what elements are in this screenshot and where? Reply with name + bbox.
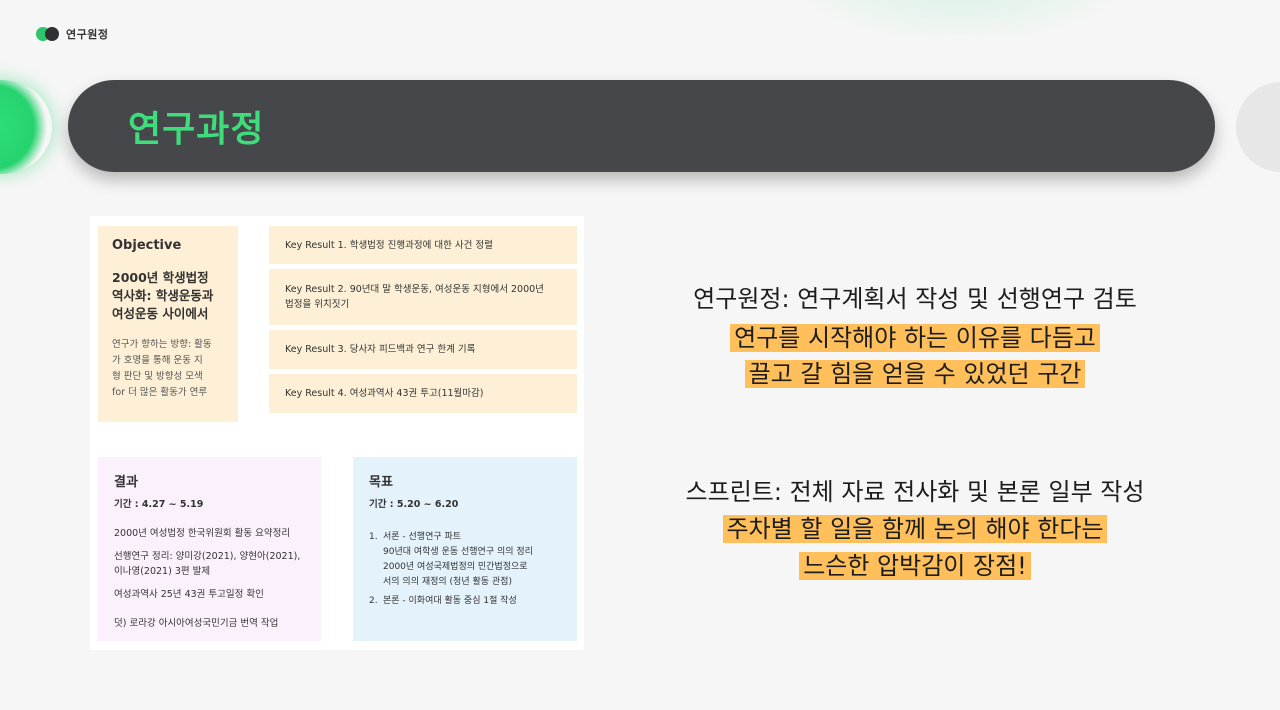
summary-line-1: 연구원정: 연구계획서 작성 및 선행연구 검토 bbox=[693, 285, 1137, 313]
goals-period: 기간 : 5.20 ~ 6.20 bbox=[369, 499, 459, 510]
page-title: 연구과정 bbox=[128, 109, 265, 150]
results-period: 기간 : 4.27 ~ 5.19 bbox=[114, 499, 204, 510]
key-result-4: Key Result 4. 여성과역사 43권 투고(11월마감) bbox=[269, 374, 577, 413]
objective-description: 연구가 향하는 방향: 활동 가 호명을 통해 운동 지 형 판단 및 방향성 … bbox=[112, 339, 212, 398]
list-item: 여성과역사 25년 43권 투고일정 확인 bbox=[114, 589, 264, 600]
objective-title: 2000년 학생법정 역사화: 학생운동과 여성운동 사이에서 bbox=[112, 270, 214, 321]
summary-line-2: 연구를 시작해야 하는 이유를 다듬고 bbox=[590, 321, 1240, 355]
summary-line-3: 끌고 갈 힘을 얻을 수 있었던 구간 bbox=[590, 357, 1240, 391]
green-circle-decoration bbox=[0, 80, 52, 174]
results-heading: 결과 bbox=[114, 475, 138, 490]
list-item: 2. 본론 - 이화여대 활동 중심 1절 작성 bbox=[369, 596, 517, 606]
results-list: 2000년 여성법정 한국위원회 활동 요약정리 선행연구 정리: 양미강(20… bbox=[114, 526, 305, 631]
goals-box: 목표 기간 : 5.20 ~ 6.20 1. 서론 - 선행연구 파트 90년대… bbox=[353, 457, 577, 641]
list-item: 1. 서론 - 선행연구 파트 90년대 여학생 운동 선행연구 의의 정리 2… bbox=[369, 532, 533, 587]
key-result-2: Key Result 2. 90년대 말 학생운동, 여성운동 지형에서 200… bbox=[269, 269, 577, 325]
gray-circle-decoration bbox=[1236, 82, 1280, 172]
top-glow-decoration bbox=[780, 0, 1140, 40]
results-box: 결과 기간 : 4.27 ~ 5.19 2000년 여성법정 한국위원회 활동 … bbox=[98, 457, 321, 641]
brand-label: 연구원정 bbox=[66, 28, 109, 41]
brand-dots-icon bbox=[36, 27, 60, 41]
okr-card: Objective 2000년 학생법정 역사화: 학생운동과 여성운동 사이에… bbox=[90, 216, 584, 650]
summary-line-4: 스프린트: 전체 자료 전사화 및 본론 일부 작성 bbox=[685, 478, 1145, 506]
list-item: 덧) 로라강 아시아여성국민기금 번역 작업 bbox=[114, 618, 279, 629]
list-item: 2000년 여성법정 한국위원회 활동 요약정리 bbox=[114, 528, 291, 539]
list-item: 선행연구 정리: 양미강(2021), 양현아(2021), 이나영(2021)… bbox=[114, 551, 301, 577]
key-result-1: Key Result 1. 학생법정 진행과정에 대한 사건 정렬 bbox=[269, 226, 577, 264]
title-banner: 연구과정 bbox=[68, 80, 1215, 172]
summary-line-5: 주차별 할 일을 함께 논의 해야 한다는 bbox=[590, 512, 1240, 546]
summary-line-6: 느슨한 압박감이 장점! bbox=[590, 549, 1240, 583]
brand-logo: 연구원정 bbox=[36, 26, 108, 42]
objective-heading: Objective bbox=[112, 238, 182, 253]
key-result-3: Key Result 3. 당사자 피드백과 연구 한계 기록 bbox=[269, 330, 577, 369]
goals-list: 1. 서론 - 선행연구 파트 90년대 여학생 운동 선행연구 의의 정리 2… bbox=[369, 530, 561, 609]
goals-heading: 목표 bbox=[369, 475, 393, 490]
objective-box: Objective 2000년 학생법정 역사화: 학생운동과 여성운동 사이에… bbox=[98, 226, 238, 422]
